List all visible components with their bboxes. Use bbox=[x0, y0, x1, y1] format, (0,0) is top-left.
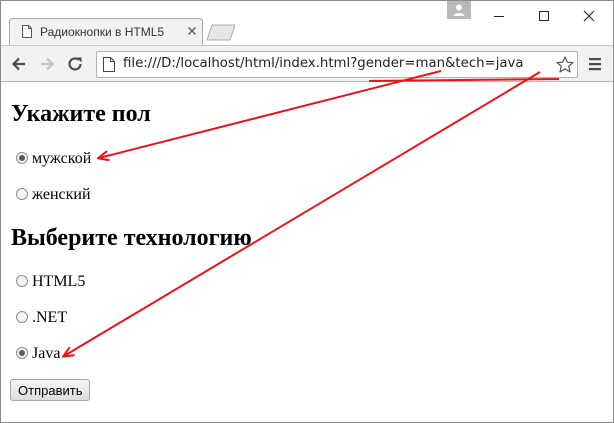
net-radio[interactable] bbox=[16, 311, 28, 323]
browser-tab[interactable]: Радиокнопки в HTML5 bbox=[9, 18, 203, 45]
tech-heading: Выберите технологию bbox=[11, 225, 252, 251]
bookmark-star-icon[interactable] bbox=[555, 55, 575, 75]
browser-window: Радиокнопки в HTML5 file:///D:/localhost… bbox=[0, 0, 614, 423]
url-text[interactable]: file:///D:/localhost/html/index.html?gen… bbox=[123, 56, 524, 71]
net-label: .NET bbox=[32, 309, 68, 326]
html5-radio[interactable] bbox=[16, 275, 28, 287]
submit-button[interactable]: Отправить bbox=[10, 379, 91, 401]
minimize-button[interactable] bbox=[477, 1, 521, 31]
back-button[interactable] bbox=[9, 54, 29, 74]
java-label: Java bbox=[32, 345, 61, 362]
address-bar[interactable]: file:///D:/localhost/html/index.html?gen… bbox=[96, 51, 578, 78]
reload-button[interactable] bbox=[65, 54, 85, 74]
gender-heading: Укажите пол bbox=[11, 101, 151, 127]
user-icon bbox=[453, 4, 465, 16]
close-window-button[interactable] bbox=[567, 1, 611, 31]
html5-label: HTML5 bbox=[32, 273, 86, 290]
female-label: женский bbox=[32, 186, 91, 203]
female-radio[interactable] bbox=[16, 188, 28, 200]
male-label: мужской bbox=[32, 150, 92, 167]
document-icon bbox=[22, 25, 32, 38]
male-radio[interactable] bbox=[16, 152, 28, 164]
menu-icon[interactable] bbox=[586, 55, 604, 73]
close-tab-icon[interactable] bbox=[185, 24, 199, 38]
java-radio[interactable] bbox=[16, 347, 28, 359]
new-tab-button[interactable] bbox=[206, 24, 236, 41]
page-content: Укажите пол мужской женский Выберите тех… bbox=[1, 82, 613, 422]
page-icon bbox=[103, 57, 115, 72]
maximize-button[interactable] bbox=[522, 1, 566, 31]
browser-toolbar: file:///D:/localhost/html/index.html?gen… bbox=[1, 45, 613, 82]
profile-button[interactable] bbox=[447, 1, 471, 19]
forward-button[interactable] bbox=[37, 54, 57, 74]
tab-title: Радиокнопки в HTML5 bbox=[40, 25, 165, 39]
tab-strip: Радиокнопки в HTML5 bbox=[1, 1, 613, 45]
